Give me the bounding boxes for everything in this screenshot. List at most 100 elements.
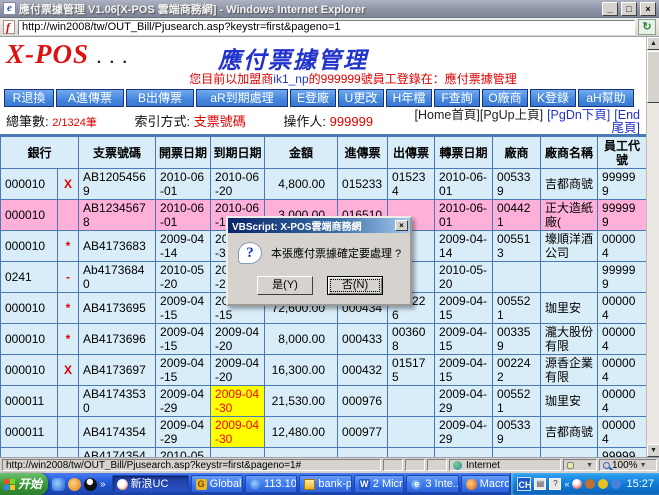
menu-button-8[interactable]: F查詢 <box>434 89 480 107</box>
cell-vid: 005339 <box>493 169 541 200</box>
taskbar-button-4[interactable]: bank-pj <box>299 475 351 493</box>
tray-collapse-icon[interactable]: « <box>564 479 569 489</box>
table-row[interactable]: 101010-AB417435402010-05-2010-0.00000000… <box>1 448 647 458</box>
protected-mode-segment[interactable]: ▼ <box>563 459 597 471</box>
menu-button-7[interactable]: H年檔 <box>386 89 432 107</box>
cell-flag: X <box>58 355 79 386</box>
info-bar: 總筆數: 2/1324筆 索引方式: 支票號碼 操作人: 999999 [Hom… <box>0 108 646 134</box>
status-bar: http://win2008/tw/OUT_Bill/Pjusearch.asp… <box>0 458 659 473</box>
minimize-button[interactable]: _ <box>602 2 618 16</box>
dialog-title: VBScript: X-POS雲端商務網 <box>232 218 395 233</box>
cell-due: 2009-04-30 <box>211 417 265 448</box>
status-zone: Internet <box>449 459 561 471</box>
help-icon[interactable]: ? <box>549 478 561 490</box>
taskbar-app-icon <box>250 479 261 490</box>
cell-tdate: 2009-04-29 <box>435 386 493 417</box>
cell-emp: 000004 <box>598 417 646 448</box>
pagination-link-3[interactable]: [PgDn下頁] <box>547 108 610 122</box>
question-icon: ? <box>238 242 262 264</box>
column-header: 員工代號 <box>598 137 646 169</box>
close-button[interactable]: × <box>640 2 656 16</box>
tray-app-icon[interactable] <box>585 479 595 489</box>
cell-flag <box>58 417 79 448</box>
dialog-close-icon[interactable]: × <box>395 220 408 231</box>
windows-flag-icon <box>4 479 15 490</box>
dialog-yes-button[interactable]: 是(Y) <box>257 276 313 295</box>
dialog-message: 本張應付票據確定要處理 ? <box>271 245 401 261</box>
window-titlebar[interactable]: e 應付票據管理 V1.06[X-POS 雲端商務網] - Windows In… <box>0 0 659 18</box>
taskbar-button-6[interactable]: e3 Inte...▼ <box>406 475 458 493</box>
cell-bank: 000011 <box>1 417 58 448</box>
menu-button-2[interactable]: A進傳票 <box>56 89 124 107</box>
ie-quicklaunch-icon[interactable] <box>52 478 65 491</box>
table-row[interactable]: 000010XAB41736972009-04-152009-04-2016,3… <box>1 355 647 386</box>
tray-qq-icon[interactable] <box>572 479 582 489</box>
language-indicator[interactable]: CH <box>517 477 531 491</box>
taskbar-button-5[interactable]: W2 Micr...▼ <box>354 475 405 493</box>
taskbar-app-icon: W <box>359 479 370 490</box>
menu-button-5[interactable]: E登廠 <box>290 89 336 107</box>
maximize-button[interactable]: □ <box>621 2 637 16</box>
taskbar-button-3[interactable]: 113.10... <box>245 475 297 493</box>
pagination-link-4[interactable]: [End尾頁] <box>612 108 640 135</box>
cell-amount: 0.00 <box>265 448 338 458</box>
dialog-titlebar[interactable]: VBScript: X-POS雲端商務網 × <box>228 218 410 233</box>
start-button[interactable]: 开始 <box>0 473 48 495</box>
url-input[interactable] <box>18 20 635 35</box>
taskbar-button-label: bank-pj <box>318 476 351 492</box>
menu-button-3[interactable]: B出傳票 <box>126 89 194 107</box>
cell-vid: 005521 <box>493 293 541 324</box>
cell-vname: 吉都商號 <box>541 169 598 200</box>
messenger-quicklaunch-icon[interactable] <box>68 478 81 491</box>
zoom-control[interactable]: 100% ▼ <box>599 459 657 471</box>
table-row[interactable]: 000010XAB120545692010-06-012010-06-204,8… <box>1 169 647 200</box>
taskbar-button-2[interactable]: GGlobal... <box>191 475 243 493</box>
cell-tdate: 2010-05- <box>435 448 493 458</box>
column-header: 轉票日期 <box>435 137 493 169</box>
cell-due: 2010- <box>211 448 265 458</box>
vertical-scrollbar[interactable]: ▲ ▼ <box>646 37 659 457</box>
menu-button-1[interactable]: R退換 <box>4 89 54 107</box>
cell-vname: 瀧大股份有限 <box>541 324 598 355</box>
taskbar-button-label: Global... <box>210 476 243 492</box>
scroll-thumb[interactable] <box>647 51 659 103</box>
taskbar-button-7[interactable]: Macrom... <box>461 475 511 493</box>
go-refresh-button[interactable]: ↻ <box>638 19 656 35</box>
table-row[interactable]: 000011AB417435302009-04-292009-04-3021,5… <box>1 386 647 417</box>
cell-tdate: 2009-04-15 <box>435 355 493 386</box>
cell-vid: 002242 <box>493 355 541 386</box>
cell-issue: 2009-04-15 <box>156 324 211 355</box>
cell-amount: 4,800.00 <box>265 169 338 200</box>
menu-bar: R退換A進傳票B出傳票aR到期處理E登廠U更改H年檔F查詢O廠商K登錄aH幫助 <box>4 89 642 107</box>
tray-network-icon[interactable] <box>611 479 621 489</box>
scroll-up-icon[interactable]: ▲ <box>647 37 659 50</box>
status-segment <box>427 459 447 471</box>
taskbar-button-1[interactable]: 新浪UC <box>112 475 189 493</box>
cell-issue: 2009-04-15 <box>156 355 211 386</box>
menu-button-10[interactable]: K登錄 <box>530 89 576 107</box>
tray-alert-icon[interactable] <box>598 479 608 489</box>
cell-emp: 000004 <box>598 386 646 417</box>
printer-icon[interactable]: ▤ <box>534 478 546 490</box>
dialog-no-button[interactable]: 否(N) <box>327 276 383 295</box>
menu-button-11[interactable]: aH幫助 <box>578 89 634 107</box>
cell-inv: 000000 <box>338 448 388 458</box>
table-row[interactable]: 000010*AB41736962009-04-152009-04-208,00… <box>1 324 647 355</box>
cell-check: AB4174354 <box>79 417 156 448</box>
cell-check: AB41743530 <box>79 386 156 417</box>
taskbar-app-icon <box>466 479 477 490</box>
cell-inv: 000432 <box>338 355 388 386</box>
window-title: 應付票據管理 V1.06[X-POS 雲端商務網] - Windows Inte… <box>19 1 599 17</box>
menu-button-9[interactable]: O廠商 <box>482 89 528 107</box>
quicklaunch-overflow-icon[interactable]: » <box>100 479 106 490</box>
cell-bank: 000010 <box>1 169 58 200</box>
cell-flag <box>58 386 79 417</box>
cell-bank: 000010 <box>1 293 58 324</box>
scroll-down-icon[interactable]: ▼ <box>647 444 659 457</box>
browser-viewport: X-POS . . . 應付票據管理 您目前以加盟商ik1_np的999999號… <box>0 37 659 458</box>
menu-button-4[interactable]: aR到期處理 <box>196 89 288 107</box>
vbscript-dialog: VBScript: X-POS雲端商務網 × ? 本張應付票據確定要處理 ? 是… <box>226 216 412 306</box>
table-row[interactable]: 000011AB41743542009-04-292009-04-3012,48… <box>1 417 647 448</box>
qq-quicklaunch-icon[interactable] <box>84 478 97 491</box>
menu-button-6[interactable]: U更改 <box>338 89 384 107</box>
